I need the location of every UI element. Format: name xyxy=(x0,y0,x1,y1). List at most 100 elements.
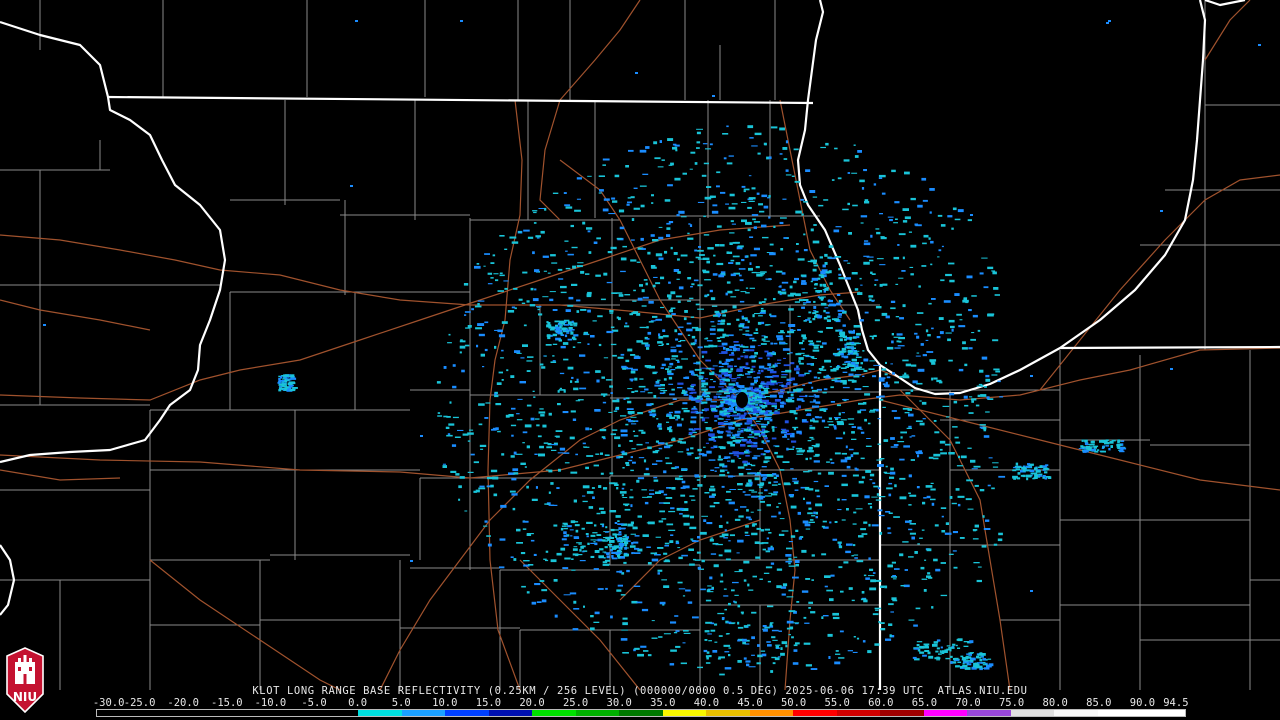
echo-cell xyxy=(580,309,587,311)
echo-cell xyxy=(792,477,797,480)
echo-cell xyxy=(643,459,647,463)
echo-cell xyxy=(683,632,691,634)
echo-cell xyxy=(812,318,816,321)
echo-cell xyxy=(754,132,762,136)
echo-cell xyxy=(626,203,630,206)
echo-cell xyxy=(780,322,786,324)
colorbar-segment xyxy=(532,710,576,716)
echo-cell xyxy=(571,569,576,571)
echo-cell xyxy=(681,418,684,421)
echo-cell xyxy=(582,442,586,445)
echo-cell xyxy=(785,174,792,176)
echo-cell xyxy=(851,431,855,434)
echo-cell xyxy=(878,496,886,498)
echo-cell xyxy=(732,241,740,244)
echo-cell xyxy=(571,320,574,323)
echo-cell xyxy=(877,487,881,490)
echo-cell xyxy=(630,456,633,459)
echo-cell xyxy=(473,461,479,464)
echo-cell xyxy=(998,532,1003,536)
echo-cell xyxy=(710,446,715,449)
echo-cell xyxy=(965,498,972,501)
echo-cell xyxy=(800,486,806,489)
echo-cell xyxy=(759,394,763,397)
colorbar-segment xyxy=(967,710,1011,716)
echo-cell xyxy=(993,287,999,290)
echo-cell xyxy=(534,269,540,273)
echo-cell xyxy=(620,353,625,356)
echo-cell xyxy=(605,587,608,590)
echo-cell xyxy=(1121,440,1125,442)
echo-cell xyxy=(666,421,670,423)
echo-cell xyxy=(562,567,569,569)
echo-cell xyxy=(753,414,760,416)
echo-cell xyxy=(583,446,588,448)
echo-cell xyxy=(743,625,748,628)
echo-cell xyxy=(512,507,516,511)
echo-cell xyxy=(689,261,694,264)
echo-cell xyxy=(590,539,596,541)
echo-cell xyxy=(659,510,665,513)
echo-cell xyxy=(521,585,526,588)
echo-cell xyxy=(771,405,777,408)
echo-cell xyxy=(530,287,534,291)
echo-cell xyxy=(569,529,574,531)
echo-cell xyxy=(631,542,634,545)
echo-cell xyxy=(410,560,413,562)
echo-cell xyxy=(954,293,960,296)
echo-cell xyxy=(636,443,643,446)
echo-cell xyxy=(809,519,814,521)
echo-cell xyxy=(658,427,663,430)
echo-cell xyxy=(618,317,621,321)
colorbar-segment xyxy=(1097,710,1142,716)
echo-cell xyxy=(546,324,552,328)
echo-cell xyxy=(865,577,870,580)
echo-cell xyxy=(691,283,695,286)
echo-cell xyxy=(688,428,694,431)
echo-cell xyxy=(802,340,805,342)
colorbar-segment xyxy=(184,710,228,716)
colorbar-segment xyxy=(271,710,315,716)
echo-cell xyxy=(838,566,843,569)
echo-cell xyxy=(464,311,471,313)
echo-cell xyxy=(902,541,909,543)
echo-cell xyxy=(721,342,728,346)
echo-cell xyxy=(721,368,729,372)
echo-cell xyxy=(957,638,963,642)
echo-cell xyxy=(830,386,834,389)
echo-cell xyxy=(841,350,847,353)
echo-cell xyxy=(862,640,866,643)
echo-cell xyxy=(836,294,841,296)
echo-cell xyxy=(743,560,750,564)
echo-cell xyxy=(610,246,617,250)
echo-cell xyxy=(758,385,763,388)
echo-cell xyxy=(846,465,851,469)
echo-cell xyxy=(576,542,582,544)
radar-site-marker xyxy=(736,392,748,408)
echo-cell xyxy=(575,400,581,402)
echo-cell xyxy=(793,148,799,151)
echo-cell xyxy=(697,448,702,452)
echo-cell xyxy=(802,337,807,340)
echo-cell xyxy=(626,464,630,466)
echo-cell xyxy=(641,248,646,250)
echo-cell xyxy=(557,268,563,271)
echo-cell xyxy=(540,414,545,417)
echo-cell xyxy=(805,457,808,461)
echo-cell xyxy=(829,257,836,260)
echo-cell xyxy=(749,434,753,436)
scale-label: 65.0 xyxy=(911,697,938,709)
echo-cell xyxy=(501,349,504,352)
echo-cell xyxy=(827,421,834,423)
echo-cell xyxy=(834,417,841,419)
echo-cell xyxy=(815,503,823,507)
echo-cell xyxy=(820,146,826,149)
echo-cell xyxy=(822,342,827,345)
echo-cell xyxy=(755,266,760,269)
echo-cell xyxy=(756,662,761,665)
echo-cell xyxy=(1034,474,1039,477)
echo-cell xyxy=(611,292,618,294)
echo-cell xyxy=(802,292,808,294)
echo-cell xyxy=(985,378,991,382)
echo-cell xyxy=(695,328,701,332)
